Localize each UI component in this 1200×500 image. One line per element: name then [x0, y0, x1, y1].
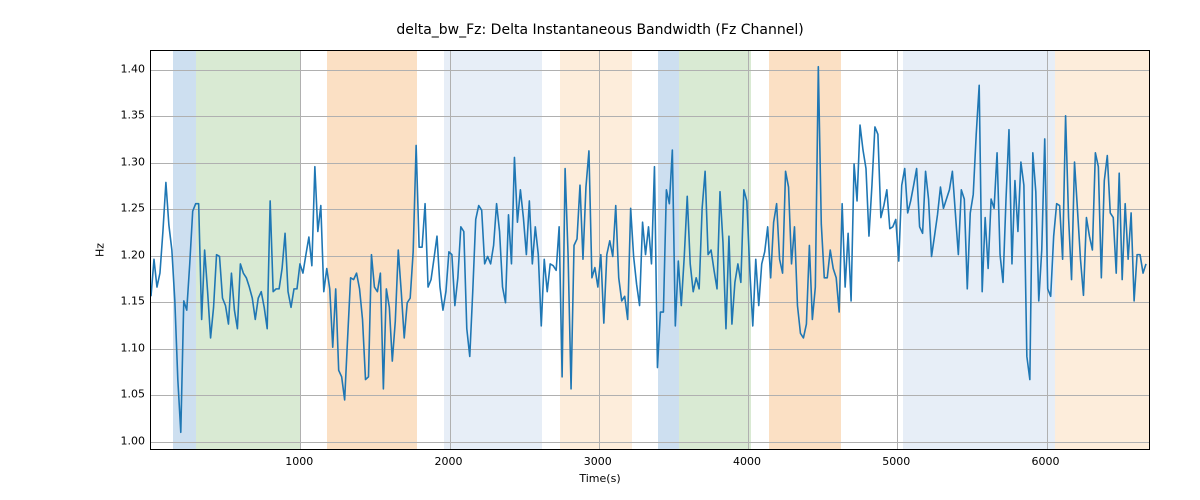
y-tick-label: 1.10: [121, 341, 146, 354]
x-tick-label: 2000: [435, 455, 463, 468]
data-series-line: [151, 67, 1146, 433]
y-tick-label: 1.05: [121, 388, 146, 401]
x-tick-label: 3000: [584, 455, 612, 468]
x-tick-label: 4000: [733, 455, 761, 468]
y-tick-label: 1.00: [121, 434, 146, 447]
y-tick-label: 1.40: [121, 62, 146, 75]
x-tick-label: 1000: [285, 455, 313, 468]
y-tick-label: 1.35: [121, 109, 146, 122]
line-plot-svg: [151, 51, 1149, 449]
y-tick-label: 1.15: [121, 295, 146, 308]
plot-area: [150, 50, 1150, 450]
chart-figure: delta_bw_Fz: Delta Instantaneous Bandwid…: [0, 0, 1200, 500]
x-axis-label: Time(s): [0, 472, 1200, 485]
y-tick-label: 1.20: [121, 248, 146, 261]
y-tick-label: 1.25: [121, 202, 146, 215]
y-axis-label: Hz: [94, 243, 107, 257]
y-tick-label: 1.30: [121, 155, 146, 168]
x-tick-label: 5000: [882, 455, 910, 468]
x-tick-label: 6000: [1032, 455, 1060, 468]
chart-title: delta_bw_Fz: Delta Instantaneous Bandwid…: [0, 22, 1200, 38]
